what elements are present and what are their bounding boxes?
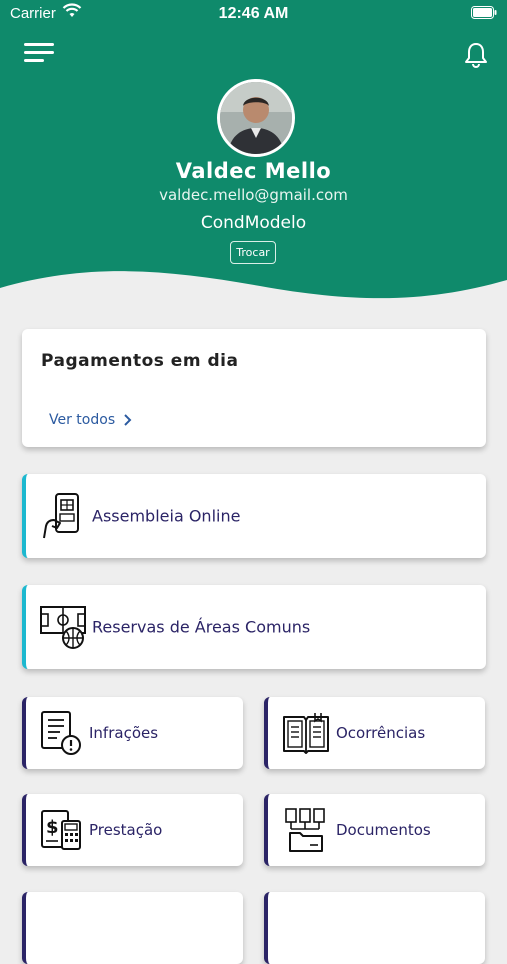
common-area-booking-card[interactable]: Reservas de Áreas Comuns [22, 585, 486, 669]
payments-status-title: Pagamentos em dia [41, 351, 239, 371]
grid-item-label: Infrações [89, 724, 159, 742]
switch-condo-button[interactable]: Trocar [230, 241, 276, 264]
condo-name: CondModelo [200, 213, 307, 233]
next-row-card-right[interactable] [264, 892, 485, 964]
feature-label: Reservas de Áreas Comuns [92, 617, 311, 637]
sports-court-icon [40, 606, 86, 649]
header-wave [0, 271, 507, 322]
chevron-right-icon [124, 414, 132, 426]
open-book-icon [283, 713, 329, 754]
bell-icon[interactable] [461, 40, 491, 70]
payments-card: Pagamentos em dia Ver todos [22, 329, 486, 447]
see-all-label: Ver todos [49, 412, 116, 428]
clock: 12:46 AM [218, 5, 289, 22]
user-name: Valdec Mello [175, 159, 332, 183]
occurrences-card[interactable]: Ocorrências [264, 697, 485, 769]
feature-label: Assembleia Online [92, 506, 241, 526]
next-row-card-left[interactable] [22, 892, 243, 964]
grid-item-label: Documentos [336, 821, 431, 839]
battery-icon [471, 6, 497, 19]
svg-text:$: $ [46, 817, 59, 838]
assembly-online-card[interactable]: Assembleia Online [22, 474, 486, 558]
infractions-card[interactable]: Infrações [22, 697, 243, 769]
documents-folder-icon [285, 808, 325, 852]
hamburger-menu-icon[interactable] [22, 40, 56, 66]
accounting-icon: $ [41, 810, 81, 850]
grid-item-label: Ocorrências [336, 724, 426, 742]
avatar[interactable] [217, 79, 295, 157]
user-email: valdec.mello@gmail.com [159, 186, 348, 204]
infraction-document-icon [41, 711, 81, 755]
see-all-link[interactable]: Ver todos [49, 412, 132, 428]
vote-phone-icon [43, 493, 79, 539]
documents-card[interactable]: Documentos [264, 794, 485, 866]
status-bar: Carrier 12:46 AM [0, 0, 507, 30]
user-photo-icon [220, 82, 292, 154]
grid-item-label: Prestação [89, 821, 163, 839]
accountability-card[interactable]: $ Prestação [22, 794, 243, 866]
